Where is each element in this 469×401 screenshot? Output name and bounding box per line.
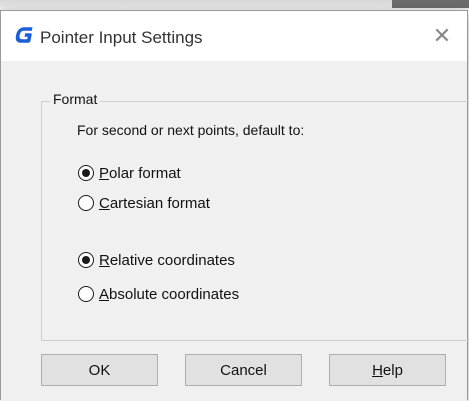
dialog-title: Pointer Input Settings [40,28,203,47]
help-button-label: Help [372,361,403,379]
dialog-body: Format For second or next points, defaul… [1,61,469,401]
radio-indicator-selected[interactable] [78,252,94,268]
default-prompt-label: For second or next points, default to: [77,122,305,138]
absolute-coordinates-radio[interactable]: Absolute coordinates [78,284,239,304]
background-window-strip [0,0,469,10]
cartesian-format-label: Cartesian format [99,194,210,212]
close-icon: ✕ [432,23,452,48]
title-bar: Pointer Input Settings ✕ [1,11,467,61]
close-button[interactable]: ✕ [427,21,457,51]
cancel-button-label: Cancel [220,361,267,379]
cancel-button[interactable]: Cancel [185,354,302,386]
polar-format-radio[interactable]: Polar format [78,163,181,183]
cartesian-format-radio[interactable]: Cartesian format [78,193,210,213]
ok-button[interactable]: OK [41,354,158,386]
radio-indicator[interactable] [78,195,94,211]
ok-button-label: OK [88,361,111,379]
help-button[interactable]: Help [329,354,446,386]
radio-indicator[interactable] [78,286,94,302]
background-dark-bar [392,0,469,8]
relative-coordinates-radio[interactable]: Relative coordinates [78,250,235,270]
pointer-input-settings-dialog: Pointer Input Settings ✕ Format For seco… [0,10,469,401]
format-group-legend: Format [50,91,101,107]
absolute-coordinates-label: Absolute coordinates [99,285,240,303]
radio-indicator-selected[interactable] [78,165,94,181]
relative-coordinates-label: Relative coordinates [99,251,235,269]
polar-format-label: Polar format [99,164,181,182]
app-logo-icon [15,27,33,43]
